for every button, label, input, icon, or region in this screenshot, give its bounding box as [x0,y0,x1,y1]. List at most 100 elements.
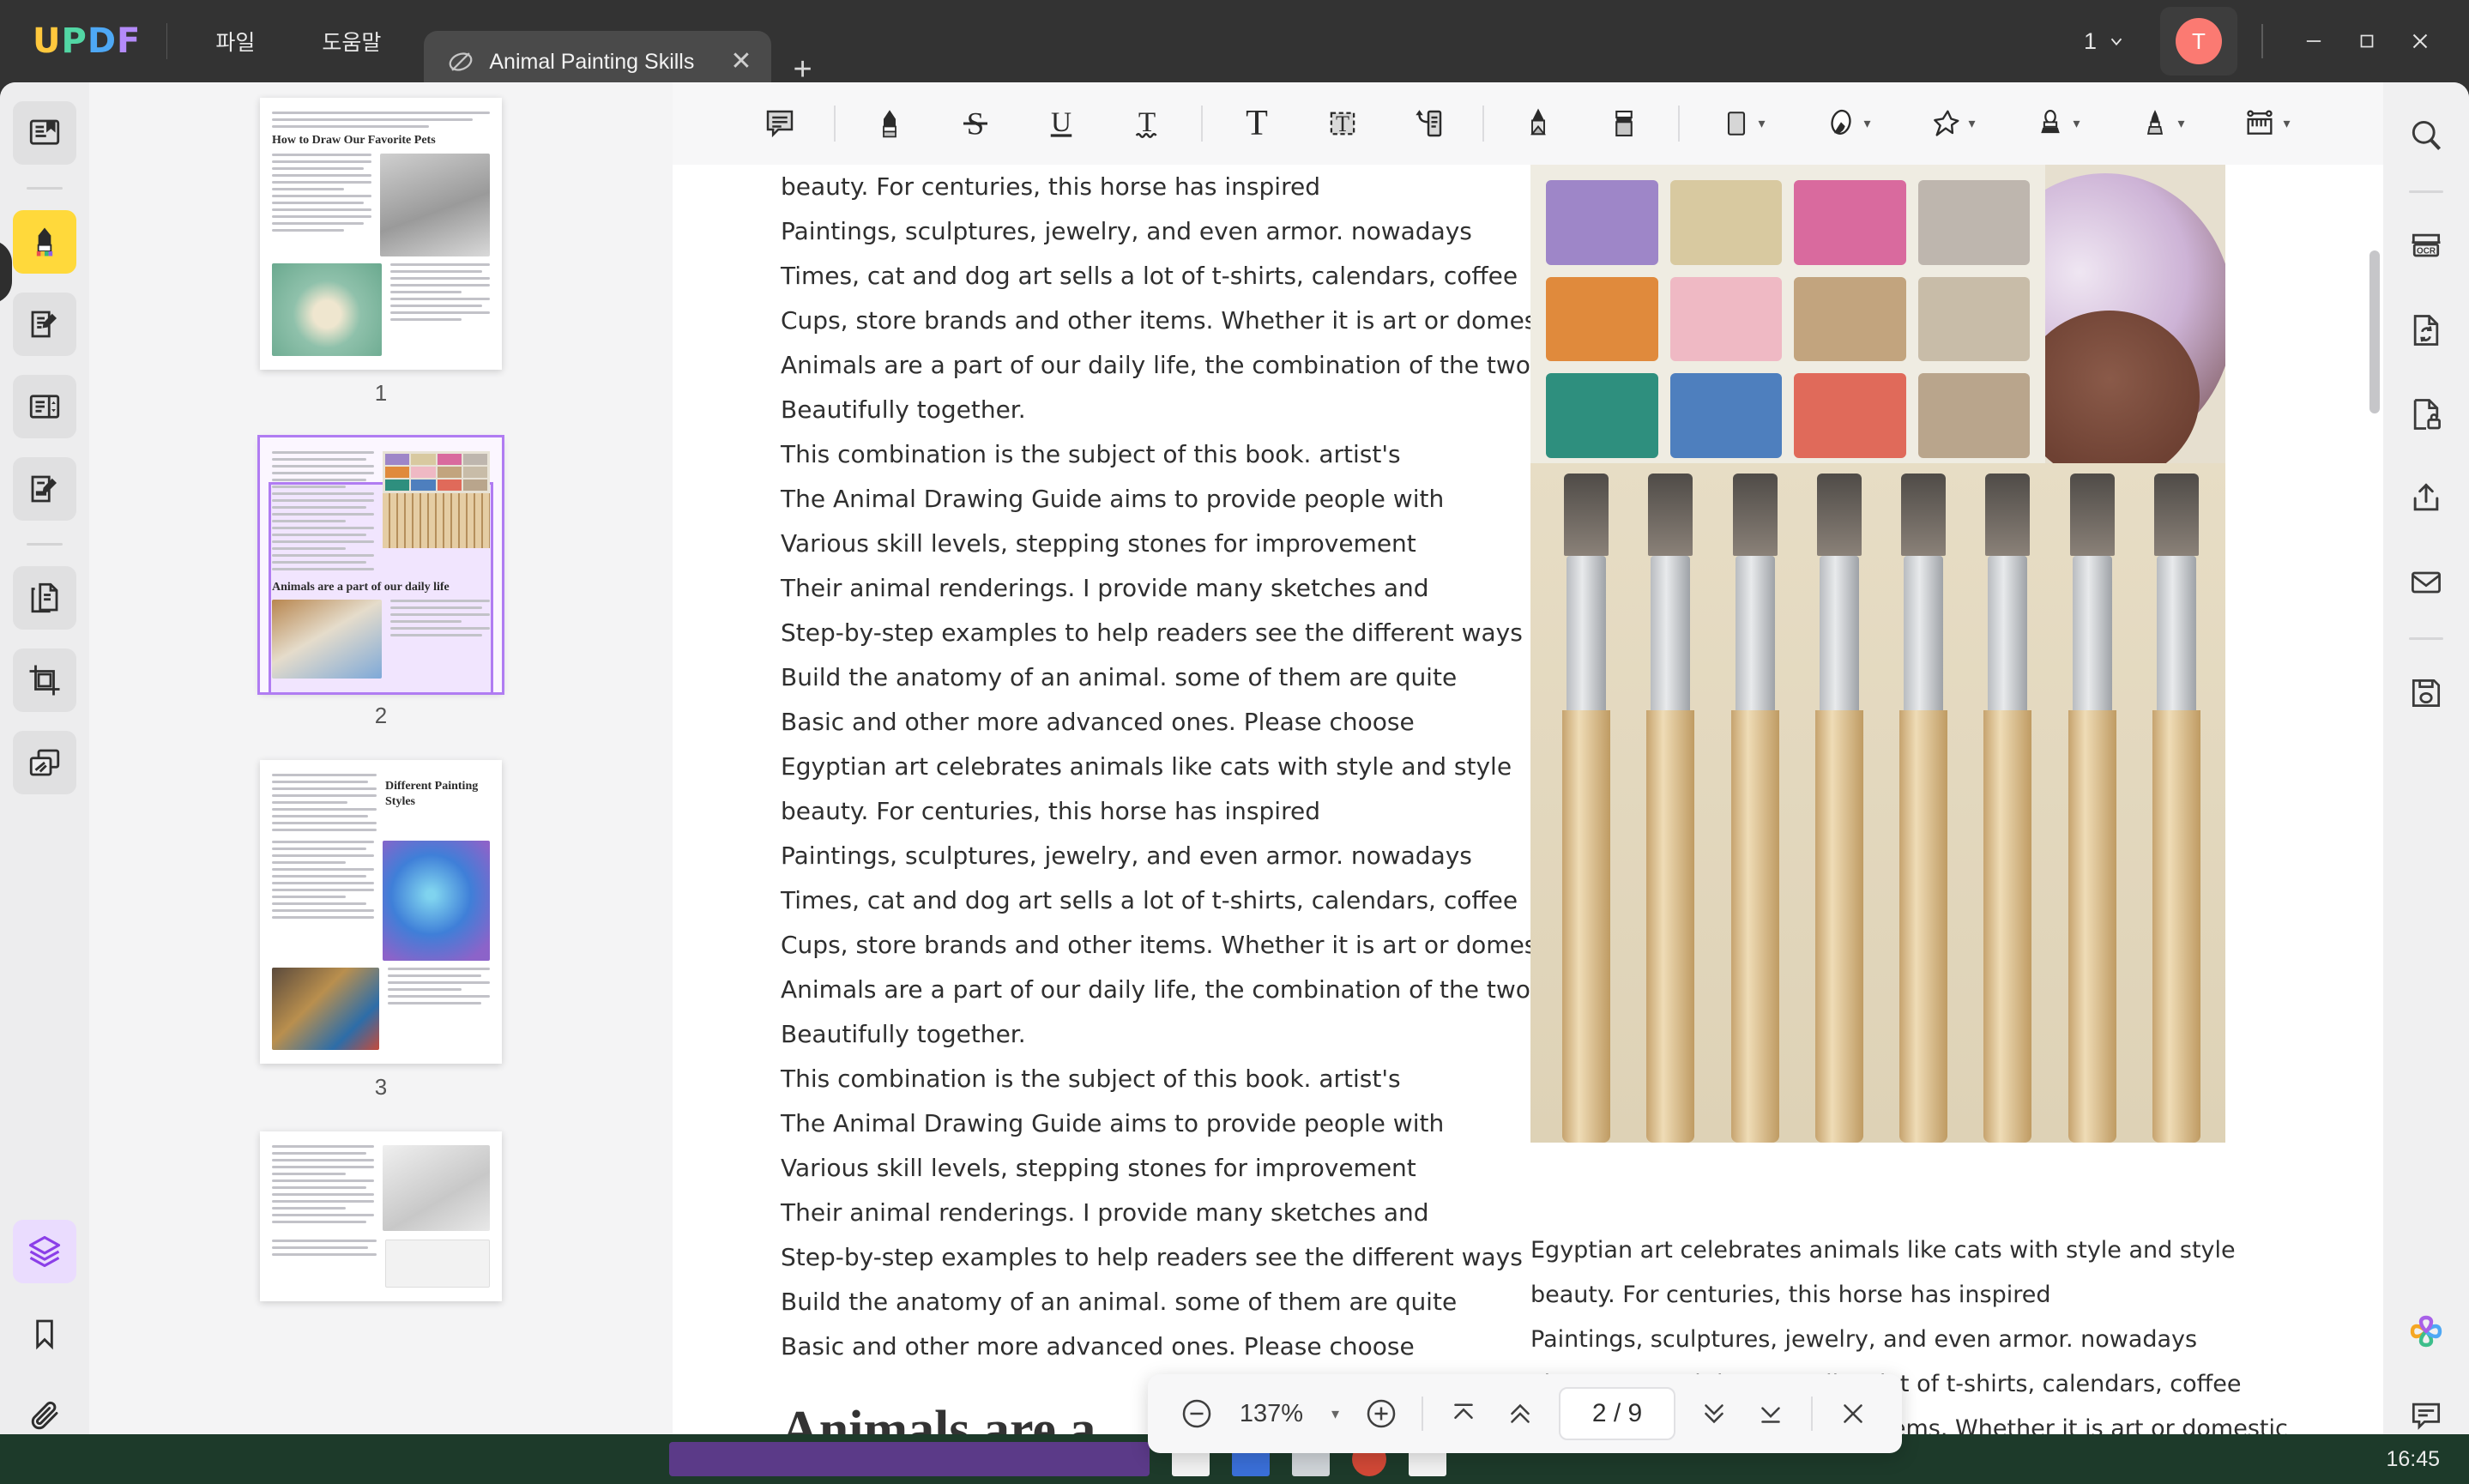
sidebar-crop[interactable] [13,648,76,712]
email-tool[interactable] [2395,552,2457,613]
close-navigation-button[interactable] [1826,1387,1880,1440]
zoom-level-label[interactable]: 137% [1227,1400,1316,1428]
thumb-palette-image [383,450,490,493]
taskbar-active-window[interactable] [669,1442,1150,1476]
strikethrough-tool[interactable]: S [944,92,1007,155]
thumbnail-card-selected[interactable]: Animals are a part of our daily life [257,434,504,695]
sidebar-edit-pdf[interactable] [13,293,76,356]
text-box-tool[interactable]: T [1311,92,1374,155]
doc-line: Step-by-step examples to help readers se… [781,1243,1523,1271]
title-divider [166,23,168,59]
chevron-down-icon[interactable]: ▾ [1968,115,1975,132]
underline-tool[interactable]: U [1029,92,1093,155]
convert-tool[interactable] [2395,299,2457,361]
thumb-page2-heading: Animals are a part of our daily life [272,580,450,594]
measure-tool[interactable]: ▾ [2225,92,2308,155]
doc-line: Animals are a part of our daily life, th… [781,975,1530,1004]
minimize-button[interactable] [2287,15,2340,68]
close-button[interactable] [2394,15,2447,68]
sticker-tool[interactable]: ▾ [1807,92,1889,155]
share-tool[interactable] [2395,468,2457,529]
chevron-down-icon[interactable]: ▾ [2177,115,2184,132]
thumbnail-page-1[interactable]: How to Draw Our Favorite Pets 1 [89,98,673,437]
first-page-button[interactable] [1437,1387,1490,1440]
pencil-tool[interactable] [1506,92,1570,155]
sidebar-compare[interactable] [13,731,76,794]
last-page-button[interactable] [1744,1387,1797,1440]
sidebar-reader-mode[interactable] [13,101,76,165]
protect-tool[interactable] [2395,383,2457,445]
chevron-down-icon[interactable]: ▾ [2283,115,2290,132]
sign-document-icon [31,475,57,503]
ocr-tool[interactable]: OCR [2395,215,2457,277]
zoom-in-button[interactable] [1355,1387,1408,1440]
pdf-slash-icon [449,52,473,71]
chevron-down-icon[interactable]: ▾ [1863,115,1870,132]
bookmark-icon [36,1319,53,1350]
logo-letter-d: D [87,21,118,61]
taskbar-clock: 16:45 [2386,1446,2440,1471]
search-panel[interactable] [2395,105,2457,166]
updf-logo[interactable]: U P D F [33,21,141,61]
sidebar-layers[interactable] [13,1220,76,1283]
sidebar-sign[interactable] [13,457,76,521]
page-thumbnails-panel[interactable]: How to Draw Our Favorite Pets 1 Animals … [89,82,673,1484]
window-instance-selector[interactable]: 1 [2072,21,2138,62]
note-comment-tool[interactable] [748,92,812,155]
zoom-out-button[interactable] [1170,1387,1223,1440]
doc-line: Various skill levels, stepping stones fo… [781,529,1416,558]
zoom-dropdown-caret[interactable]: ▾ [1319,1405,1351,1423]
squiggly-underline-tool[interactable]: T [1115,92,1179,155]
chevron-down-icon[interactable]: ▾ [2073,115,2080,132]
sidebar-page-form[interactable] [13,375,76,438]
text-callout-tool[interactable] [1397,92,1460,155]
doc-line: Times, cat and dog art sells a lot of t-… [781,886,1518,914]
paint-brush [1635,474,1705,1143]
thumb-brushes-image [383,492,490,548]
convert-file-icon [2413,315,2439,346]
minimize-icon [2306,40,2321,42]
thumbnail-card[interactable]: Different Painting Styles [260,760,502,1064]
account-button[interactable]: T [2160,7,2237,75]
thumbnail-page-4[interactable] [89,1131,673,1301]
signature-tool[interactable]: ▾ [2121,92,2203,155]
new-tab-button[interactable]: + [794,53,812,86]
doc-line: Build the anatomy of an animal. some of … [781,663,1458,691]
maximize-button[interactable] [2340,15,2394,68]
shapes-tool[interactable]: ▾ [1702,92,1784,155]
menu-help[interactable]: 도움말 [299,17,403,65]
tab-close-icon[interactable]: ✕ [730,49,752,75]
star-sticker-icon [1934,110,1959,136]
doc-line: Their animal renderings. I provide many … [781,574,1429,602]
save-tool[interactable] [2395,662,2457,724]
thumbnail-card[interactable]: How to Draw Our Favorite Pets [260,98,502,370]
sidebar-organize-pages[interactable] [13,566,76,630]
next-page-button[interactable] [1687,1387,1741,1440]
doc-line: Their animal renderings. I provide many … [781,1198,1429,1227]
document-vertical-scrollbar[interactable] [2369,250,2380,413]
chevron-down-icon[interactable]: ▾ [1758,115,1765,132]
menu-file[interactable]: 파일 [193,17,277,65]
previous-page-button[interactable] [1494,1387,1547,1440]
rail-divider-1 [27,187,63,190]
paint-brush [2141,474,2212,1143]
doc-line: Build the anatomy of an animal. some of … [781,1288,1458,1316]
window-controls-group: 1 T [2072,0,2469,82]
document-viewport[interactable]: beauty. For centuries, this horse has in… [673,165,2383,1484]
sticky-note-icon [766,110,794,138]
sidebar-comment[interactable] [13,210,76,274]
updf-ai-assistant[interactable] [2395,1300,2457,1362]
sidebar-bookmarks[interactable] [13,1302,76,1366]
page-indicator[interactable]: 2 / 9 [1559,1387,1676,1440]
stamp-tool[interactable]: ▾ [2016,92,2098,155]
stamp-star-tool[interactable]: ▾ [1911,92,1994,155]
panel-collapse-handle[interactable] [0,240,12,304]
thumbnail-page-number: 3 [374,1074,388,1100]
thumbnail-page-3[interactable]: Different Painting Styles 3 [89,760,673,1131]
thumbnail-page-2[interactable]: Animals are a part of our daily life 2 [89,434,673,761]
text-tool[interactable]: T [1225,92,1289,155]
thumbnail-card[interactable] [260,1131,502,1301]
crop-icon [29,665,60,696]
highlight-tool[interactable] [858,92,921,155]
eraser-tool[interactable] [1592,92,1656,155]
